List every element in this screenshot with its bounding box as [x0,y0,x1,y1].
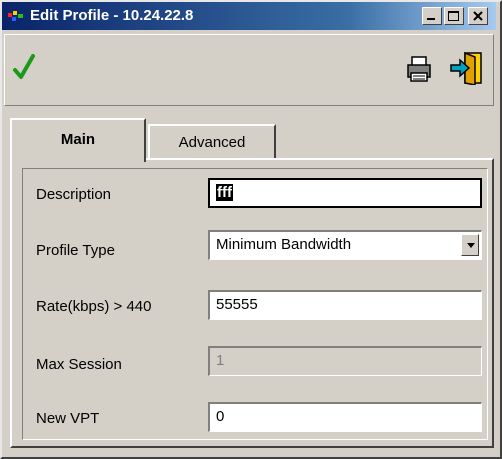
max-session-label: Max Session [36,356,122,373]
max-session-input: 1 [208,346,482,376]
dropdown-button[interactable] [461,234,479,256]
profile-type-label: Profile Type [36,242,115,259]
max-session-value: 1 [216,352,225,369]
profile-type-value: Minimum Bandwidth [216,236,352,253]
toolbar [4,34,494,106]
description-label: Description [36,186,112,203]
checkmark-icon [13,54,35,79]
profile-type-select[interactable]: Minimum Bandwidth [208,230,482,260]
apply-button[interactable] [13,53,35,86]
close-button[interactable] [468,7,488,25]
minimize-icon [427,18,435,20]
exit-button[interactable] [449,51,483,90]
rate-value: 55555 [216,296,258,313]
rate-input[interactable]: 55555 [208,290,482,320]
description-value: fff [216,184,233,201]
minimize-button[interactable] [422,7,442,25]
tab-main[interactable]: Main [10,118,146,162]
window-title: Edit Profile - 10.24.22.8 [30,7,194,24]
new-vpt-input[interactable]: 0 [208,402,482,432]
maximize-button[interactable] [444,7,464,25]
maximize-icon [448,11,459,21]
close-icon [473,11,483,21]
app-icon [8,11,23,21]
title-bar[interactable]: Edit Profile - 10.24.22.8 [2,2,496,30]
rate-label: Rate(kbps) > 440 [36,298,152,315]
tab-advanced-label: Advanced [178,134,246,151]
tab-main-label: Main [60,131,96,148]
tab-advanced[interactable]: Advanced [148,124,276,158]
print-button[interactable] [405,55,435,88]
new-vpt-label: New VPT [36,410,100,427]
new-vpt-value: 0 [216,408,225,425]
printer-icon [407,56,431,82]
chevron-down-icon [467,243,475,248]
description-input[interactable]: fff [208,178,482,208]
exit-door-icon [450,51,482,86]
